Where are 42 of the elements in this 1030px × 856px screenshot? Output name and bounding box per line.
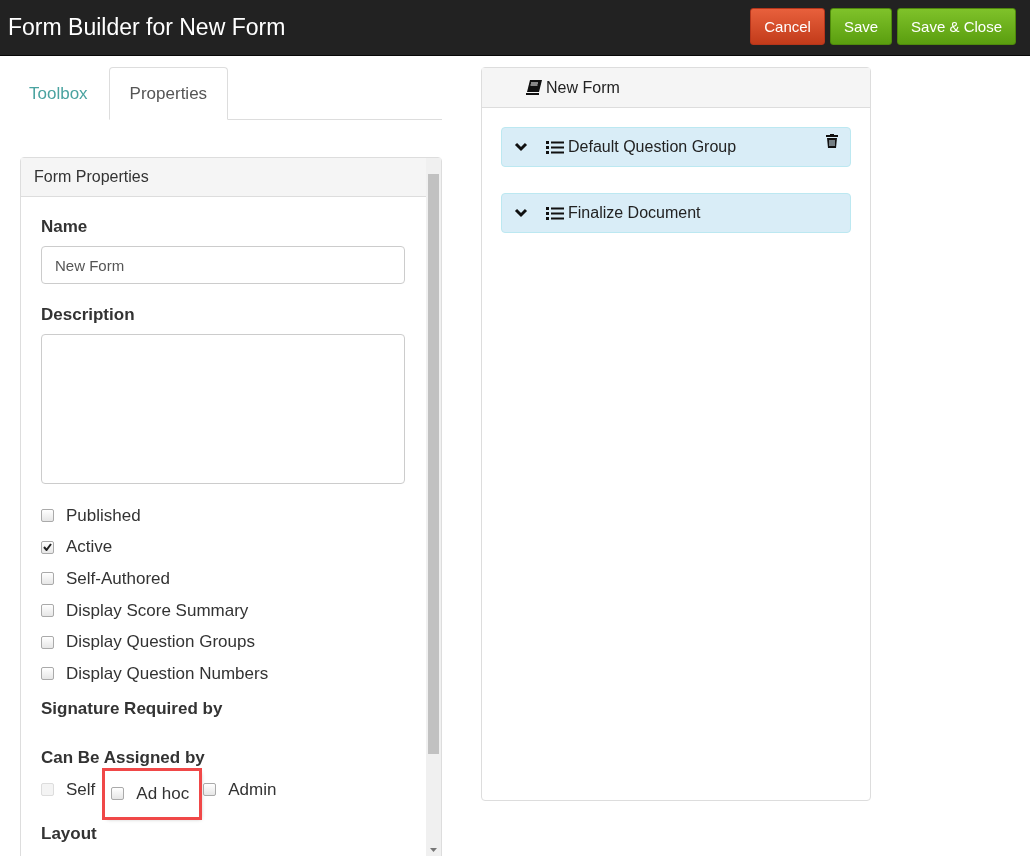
checkbox-label: Self-Authored (66, 569, 170, 589)
description-field[interactable] (41, 334, 405, 484)
group-title: Finalize Document (568, 204, 701, 222)
section-heading: Can Be Assigned by (41, 747, 206, 768)
checkbox-label: Display Score Summary (66, 600, 249, 621)
chevron-down-icon (514, 208, 528, 218)
field-label: Description (41, 305, 136, 325)
checkbox-label: Ad hoc (136, 783, 190, 804)
chevron-down-icon (514, 142, 528, 152)
checkbox-label: Published (66, 505, 141, 526)
list-icon (546, 139, 564, 155)
section-heading: Signature Required by (41, 698, 224, 719)
checkbox-label: Admin (228, 779, 277, 800)
checkbox[interactable] (41, 540, 54, 554)
section-heading: Layout (41, 823, 98, 844)
page-title: Form Builder for New Form (8, 14, 286, 41)
checkbox[interactable] (41, 604, 54, 618)
question-group[interactable]: Finalize Document (501, 193, 851, 233)
checkbox-label: Display Question Numbers (66, 663, 269, 684)
header-button[interactable]: Cancel (750, 8, 825, 45)
checkbox-label: Self (66, 779, 96, 800)
name-field[interactable]: New Form (41, 246, 405, 284)
form-title: New Form (546, 78, 620, 97)
group-title: Default Question Group (568, 138, 737, 156)
field-label: Name (41, 217, 89, 237)
question-group[interactable]: Default Question Group (501, 127, 851, 167)
checkbox[interactable] (41, 667, 54, 681)
trash-icon[interactable] (826, 134, 838, 148)
checkbox[interactable] (111, 787, 125, 801)
tab[interactable]: Properties (108, 67, 229, 120)
checkbox[interactable] (41, 635, 54, 649)
checkbox-label: Display Question Groups (66, 632, 255, 653)
panel-title: Form Properties (21, 158, 426, 197)
checkbox-label: Active (66, 537, 113, 558)
scroll-down-arrow-icon[interactable] (430, 848, 437, 852)
checkbox[interactable] (203, 783, 217, 797)
checkmark-icon (43, 543, 52, 552)
checkbox[interactable] (41, 572, 54, 586)
scrollbar[interactable] (426, 158, 441, 856)
book-icon (526, 80, 542, 95)
checkbox[interactable] (41, 509, 54, 523)
list-icon (546, 205, 564, 221)
